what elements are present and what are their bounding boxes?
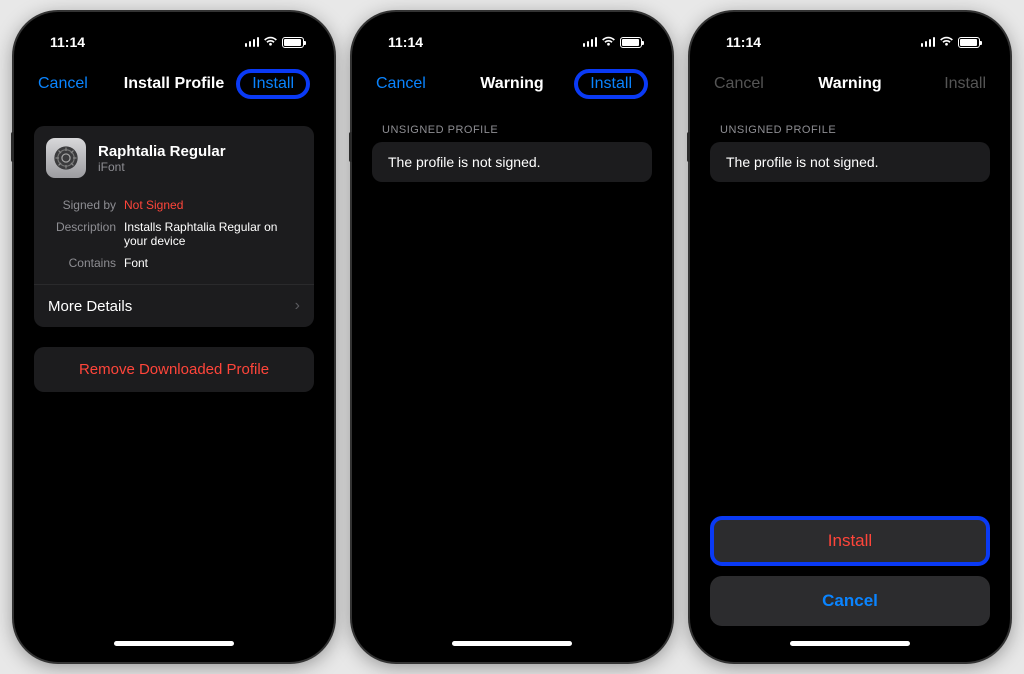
nav-title: Install Profile	[124, 75, 224, 93]
settings-gear-icon	[46, 138, 86, 178]
phone-frame-2: 11:14 Cancel Warning Install UNSIGNED PR…	[352, 12, 672, 662]
warning-message: The profile is not signed.	[372, 142, 652, 182]
sheet-install-button[interactable]: Install	[710, 516, 990, 566]
cancel-button[interactable]: Cancel	[376, 75, 426, 93]
home-indicator[interactable]	[790, 641, 910, 646]
contains-value: Font	[124, 256, 148, 270]
chevron-right-icon: ›	[295, 297, 300, 315]
section-header-unsigned: UNSIGNED PROFILE	[362, 116, 662, 142]
content: UNSIGNED PROFILE The profile is not sign…	[362, 106, 662, 652]
install-button: Install	[944, 75, 986, 93]
status-indicators	[583, 34, 643, 50]
status-indicators	[921, 34, 981, 50]
phone-frame-3: 11:14 Cancel Warning Install UNSIGNED PR…	[690, 12, 1010, 662]
more-details-label: More Details	[48, 298, 132, 315]
cancel-button[interactable]: Cancel	[38, 75, 88, 93]
signed-by-value: Not Signed	[124, 198, 183, 212]
content: Raphtalia Regular iFont Signed by Not Si…	[24, 106, 324, 652]
warning-message: The profile is not signed.	[710, 142, 990, 182]
phone-frame-1: 11:14 Cancel Install Profile Install	[14, 12, 334, 662]
profile-header: Raphtalia Regular iFont	[34, 126, 314, 190]
nav-bar: Cancel Install Profile Install	[24, 62, 324, 106]
install-button[interactable]: Install	[574, 69, 648, 99]
description-label: Description	[46, 220, 116, 248]
wifi-icon	[263, 34, 278, 50]
wifi-icon	[939, 34, 954, 50]
nav-bar: Cancel Warning Install	[700, 62, 1000, 106]
notch	[437, 22, 587, 48]
home-indicator[interactable]	[114, 641, 234, 646]
wifi-icon	[601, 34, 616, 50]
status-indicators	[245, 34, 305, 50]
section-header-unsigned: UNSIGNED PROFILE	[700, 116, 1000, 142]
description-value: Installs Raphtalia Regular on your devic…	[124, 220, 302, 248]
nav-title: Warning	[480, 75, 543, 93]
screen-warning-sheet: 11:14 Cancel Warning Install UNSIGNED PR…	[700, 22, 1000, 652]
signed-by-label: Signed by	[46, 198, 116, 212]
nav-bar: Cancel Warning Install	[362, 62, 662, 106]
contains-label: Contains	[46, 256, 116, 270]
profile-name: Raphtalia Regular	[98, 143, 226, 160]
profile-details: Signed by Not Signed Description Install…	[34, 190, 314, 284]
more-details-row[interactable]: More Details ›	[34, 284, 314, 327]
screen-warning: 11:14 Cancel Warning Install UNSIGNED PR…	[362, 22, 662, 652]
notch	[775, 22, 925, 48]
home-indicator[interactable]	[452, 641, 572, 646]
sheet-cancel-button[interactable]: Cancel	[710, 576, 990, 626]
battery-icon	[620, 37, 642, 48]
profile-source: iFont	[98, 160, 226, 174]
battery-icon	[958, 37, 980, 48]
profile-card: Raphtalia Regular iFont Signed by Not Si…	[34, 126, 314, 327]
notch	[99, 22, 249, 48]
nav-title: Warning	[818, 75, 881, 93]
cancel-button: Cancel	[714, 75, 764, 93]
install-button[interactable]: Install	[236, 69, 310, 99]
status-time: 11:14	[388, 34, 423, 50]
status-time: 11:14	[726, 34, 761, 50]
screen-install-profile: 11:14 Cancel Install Profile Install	[24, 22, 324, 652]
action-sheet: Install Cancel	[700, 516, 1000, 652]
remove-profile-button[interactable]: Remove Downloaded Profile	[34, 347, 314, 392]
status-time: 11:14	[50, 34, 85, 50]
battery-icon	[282, 37, 304, 48]
